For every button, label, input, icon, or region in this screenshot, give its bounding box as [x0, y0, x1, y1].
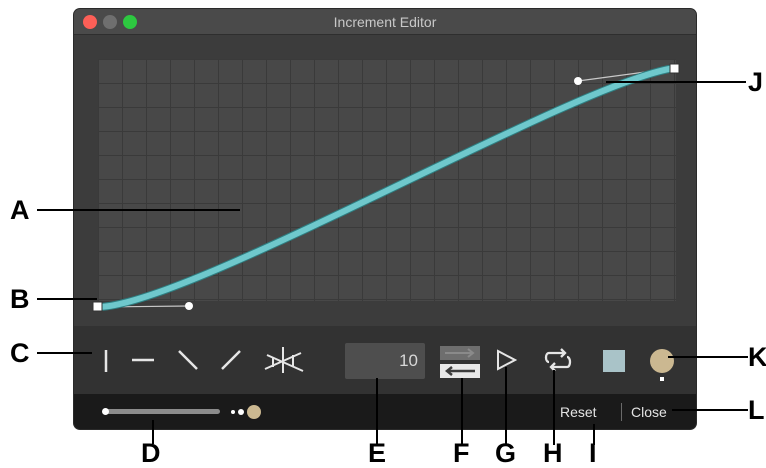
- callout-h: H: [543, 438, 563, 468]
- callout-g-line: [505, 367, 507, 445]
- button-separator: [621, 403, 622, 421]
- ease-down-preset-icon[interactable]: [177, 349, 199, 371]
- callout-e: E: [368, 438, 387, 468]
- size-dots-icon[interactable]: [230, 403, 266, 421]
- end-point[interactable]: [669, 63, 680, 74]
- bottom-bar: Reset Close: [74, 394, 696, 429]
- swap-direction-icon[interactable]: [439, 345, 481, 379]
- start-bezier-handle[interactable]: [185, 302, 193, 310]
- curve-canvas[interactable]: [74, 35, 696, 326]
- random-scatter-preset-icon[interactable]: [263, 345, 305, 375]
- callout-b: B: [10, 284, 30, 314]
- selected-indicator: [660, 377, 664, 381]
- window-title: Increment Editor: [333, 14, 437, 30]
- callout-i: I: [589, 438, 597, 468]
- preview-slider-track[interactable]: [104, 409, 220, 414]
- callout-j: J: [748, 67, 764, 97]
- callout-c-line: [37, 352, 92, 354]
- callout-f: F: [453, 438, 470, 468]
- callout-k: K: [748, 342, 766, 372]
- start-point[interactable]: [92, 301, 103, 312]
- callout-g: G: [495, 438, 517, 468]
- curve-shadow: [94, 64, 679, 311]
- curve-editor[interactable]: [74, 35, 696, 326]
- horizontal-line-preset-icon[interactable]: [130, 356, 156, 364]
- callout-f-line: [461, 378, 463, 445]
- increment-count-field[interactable]: 10: [345, 343, 425, 379]
- callout-a: A: [10, 195, 30, 225]
- callout-d: D: [141, 438, 161, 468]
- callout-a-line: [37, 209, 240, 211]
- callout-l: L: [748, 395, 765, 425]
- ease-up-preset-icon[interactable]: [220, 349, 242, 371]
- callout-k-line: [668, 356, 748, 358]
- square-color-swatch[interactable]: [603, 350, 625, 372]
- vertical-line-preset-icon[interactable]: [102, 348, 110, 374]
- close-button[interactable]: Close: [631, 404, 667, 420]
- title-bar[interactable]: Increment Editor: [74, 9, 696, 35]
- end-bezier-handle[interactable]: [574, 77, 582, 85]
- callout-h-line: [553, 370, 555, 445]
- callout-b-line: [37, 298, 97, 300]
- callout-e-line: [376, 378, 378, 445]
- callout-c: C: [10, 338, 30, 368]
- loop-icon[interactable]: [543, 348, 573, 372]
- preview-slider-knob[interactable]: [102, 408, 109, 415]
- circle-color-swatch[interactable]: [650, 349, 674, 373]
- reset-button[interactable]: Reset: [560, 404, 597, 420]
- toolbar: 10: [74, 326, 696, 394]
- callout-j-line: [606, 81, 746, 83]
- callout-l-line: [672, 409, 748, 411]
- increment-editor-window: Increment Editor 10 Reset Close: [74, 9, 696, 429]
